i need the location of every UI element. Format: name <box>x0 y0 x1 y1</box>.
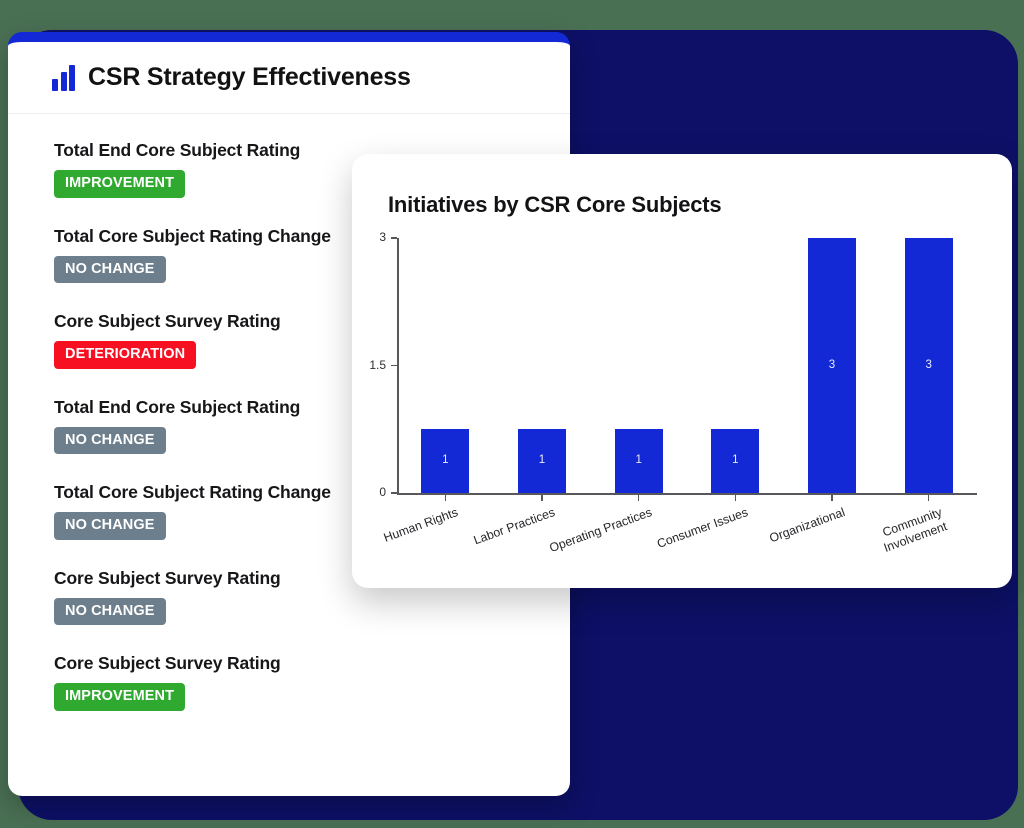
status-badge: NO CHANGE <box>54 597 166 625</box>
bar[interactable]: 1 <box>518 429 566 493</box>
bar-value-label: 1 <box>635 454 642 467</box>
y-tick-label: 1.5 <box>369 357 386 372</box>
bar[interactable]: 1 <box>711 429 760 493</box>
x-tick-mark <box>927 494 930 501</box>
y-tick-mark <box>391 492 397 494</box>
bar[interactable]: 1 <box>421 429 470 493</box>
x-tick-mark <box>831 494 833 501</box>
bar-chart-plot: 0 1.5 3 111133 Human Rights Labor Practices… <box>352 230 1012 588</box>
bar-chart-icon <box>52 64 75 91</box>
bar-value-label: 1 <box>538 454 546 467</box>
y-tick-label: 0 <box>379 485 386 499</box>
x-tick-mark <box>541 494 543 501</box>
y-tick-label: 3 <box>379 230 386 244</box>
page-title: CSR Strategy Effectiveness <box>88 63 411 91</box>
list-item: Core Subject Survey Rating IMPROVEMENT <box>54 653 570 711</box>
metric-label: Core Subject Survey Rating <box>54 653 281 673</box>
x-tick-mark <box>637 494 640 501</box>
status-badge: NO CHANGE <box>54 512 166 540</box>
x-axis-line <box>397 493 977 495</box>
y-axis-line <box>397 238 399 494</box>
x-tick-mark <box>734 494 737 501</box>
bar[interactable]: 3 <box>808 238 856 493</box>
bar-value-label: 3 <box>925 358 932 371</box>
bar-value-label: 1 <box>442 454 449 467</box>
x-tick-mark <box>444 494 447 501</box>
status-badge: IMPROVEMENT <box>54 683 186 711</box>
initiatives-chart-card: Initiatives by CSR Core Subjects 0 1.5 3 1… <box>352 154 1012 588</box>
status-badge: NO CHANGE <box>54 255 166 283</box>
bar[interactable]: 3 <box>904 238 953 493</box>
y-tick-mark <box>391 237 397 239</box>
bar[interactable]: 1 <box>614 429 663 493</box>
bar-value-label: 3 <box>828 358 836 371</box>
bar-value-label: 1 <box>732 454 739 467</box>
status-badge: DETERIORATION <box>54 341 197 369</box>
chart-title: Initiatives by CSR Core Subjects <box>388 192 722 217</box>
status-badge: IMPROVEMENT <box>54 170 186 198</box>
status-badge: NO CHANGE <box>54 426 166 454</box>
panel-header: CSR Strategy Effectiveness <box>8 42 570 114</box>
y-tick-mark <box>391 364 397 367</box>
